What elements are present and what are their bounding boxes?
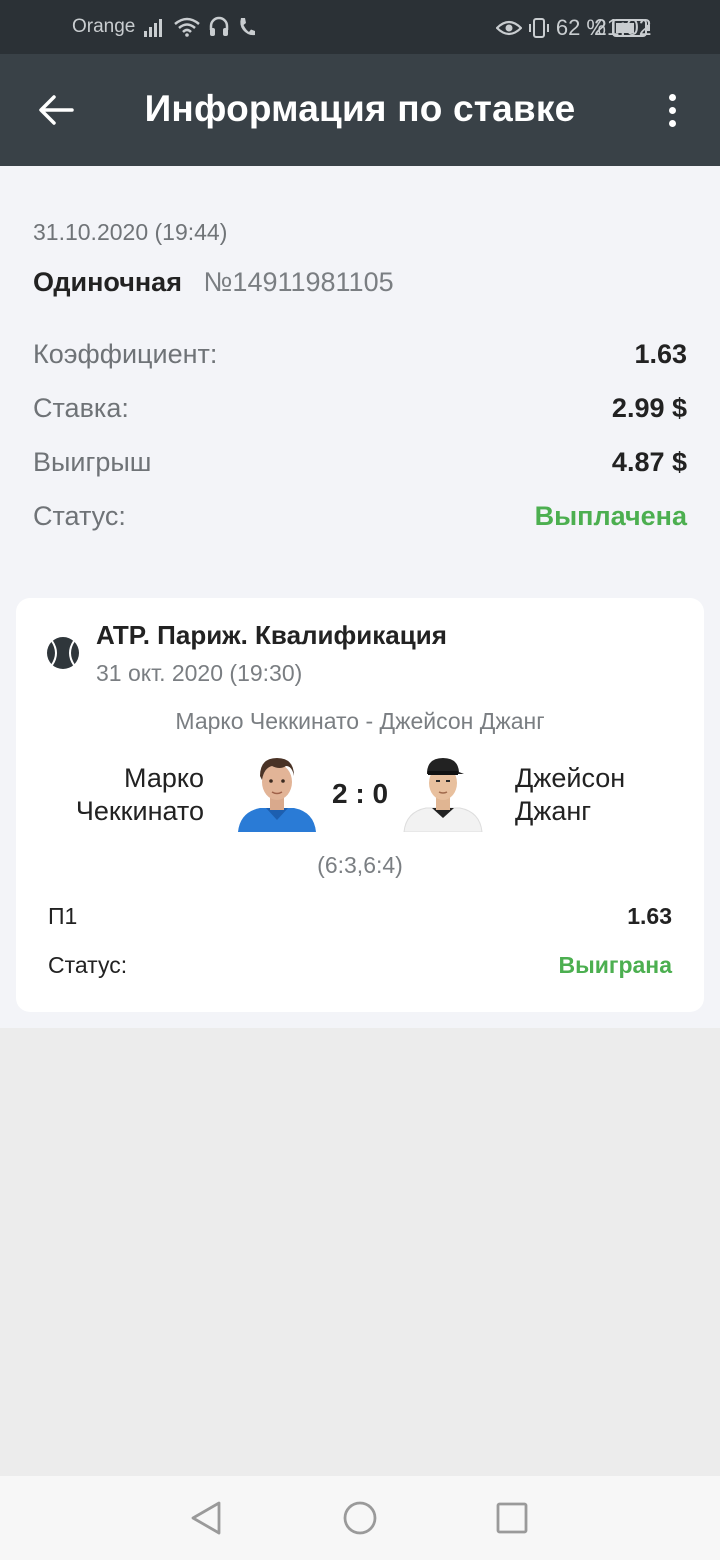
phone-icon [240,18,255,36]
nav-back-button[interactable] [186,1498,226,1538]
bet-status-row: Статус: Выплачена [33,496,687,536]
tennis-ball-icon [47,637,79,669]
app-bar: Информация по ставке [0,54,720,166]
set-scores: (6:3,6:4) [317,852,403,878]
eye-icon [495,20,522,36]
clock: 21:02 [594,14,652,40]
winnings-label: Выигрыш [33,446,152,477]
coefficient-value: 1.63 [634,338,687,369]
outcome-row: П1 1.63 [48,899,672,933]
square-recents-icon [496,1502,528,1534]
circle-home-icon [343,1501,377,1535]
event-status-row: Статус: Выиграна [48,948,672,982]
player2-name: Джейсон Джанг [515,762,695,828]
system-nav-bar [0,1476,720,1560]
status-bar: Orange 62 % 21:02 [0,0,720,54]
outcome-label: П1 [48,902,78,929]
player1-last-name: Чеккинато [75,796,204,826]
bet-date: 31.10.2020 (19:44) [33,219,228,245]
more-options-button[interactable] [648,80,696,140]
bet-number: №14911981105 [203,267,394,297]
player1-avatar [236,750,318,832]
bet-status-label: Статус: [33,500,126,531]
nav-recents-button[interactable] [492,1498,532,1538]
wifi-icon [174,17,200,37]
league-name: ATP. Париж. Квалификация [96,620,447,650]
winnings-value: 4.87 $ [611,446,687,477]
event-card[interactable]: ATP. Париж. Квалификация 31 окт. 2020 (1… [16,598,704,1012]
winnings-row: Выигрыш 4.87 $ [33,442,687,482]
player1-name: Марко Чеккинато [4,762,204,828]
match-score: 2 : 0 [331,778,389,809]
nav-home-button[interactable] [340,1498,380,1538]
outcome-odds: 1.63 [627,902,672,929]
stake-label: Ставка: [33,392,129,423]
player2-last-name: Джанг [515,796,592,826]
page-title: Информация по ставке [144,88,576,129]
match-name: Марко Чеккинато - Джейсон Джанг [175,708,545,734]
bet-type-row: Одиночная №14911981105 [33,267,394,298]
signal-icon [144,19,162,37]
stake-value: 2.99 $ [611,392,687,423]
coefficient-row: Коэффициент: 1.63 [33,334,687,374]
more-vert-icon [668,93,676,101]
event-status-value: Выиграна [558,951,673,978]
event-date: 31 окт. 2020 (19:30) [96,660,303,686]
status-icons-left [144,14,256,40]
stake-row: Ставка: 2.99 $ [33,388,687,428]
coefficient-label: Коэффициент: [33,338,218,369]
player2-first-name: Джейсон [515,763,626,793]
vibrate-icon [528,18,549,38]
carrier-name: Orange [72,16,136,37]
bet-status-value: Выплачена [534,500,687,531]
bet-details: 31.10.2020 (19:44) Одиночная №1491198110… [0,166,720,1028]
player1-first-name: Марко [124,763,204,793]
triangle-back-icon [191,1501,221,1535]
player2-avatar [402,750,484,832]
event-status-label: Статус: [48,951,128,978]
headset-icon [209,16,229,36]
bet-type: Одиночная [33,267,182,297]
